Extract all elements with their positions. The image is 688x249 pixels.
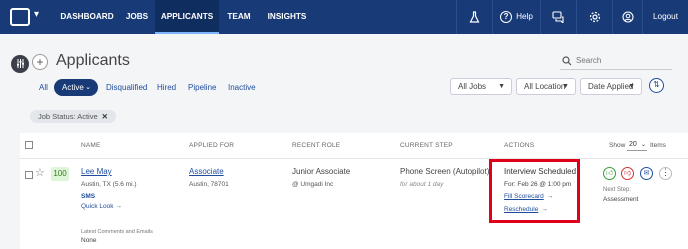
column-header-applied-for[interactable]: APPLIED FOR <box>189 142 234 149</box>
sliders-icon <box>16 59 24 68</box>
search-icon <box>562 56 572 66</box>
date-applied-dropdown[interactable]: Date Applied ▼ <box>580 78 642 95</box>
sms-link[interactable]: SMS <box>81 193 95 200</box>
thumbs-up-icon: 👍︎ <box>605 170 614 177</box>
gear-icon <box>589 11 600 22</box>
message-button[interactable]: ✉ <box>640 167 653 180</box>
page-title: Applicants <box>56 52 130 69</box>
star-icon[interactable]: ☆ <box>35 168 45 179</box>
column-header-recent-role[interactable]: RECENT ROLE <box>292 142 340 149</box>
highlight-box <box>489 159 580 223</box>
recent-role: Junior Associate <box>292 167 351 176</box>
profile-button[interactable] <box>612 0 642 34</box>
jobs-filter-dropdown[interactable]: All Jobs ▼ <box>450 78 512 95</box>
nav-jobs[interactable]: JOBS <box>120 0 154 34</box>
flask-icon <box>469 11 480 23</box>
thumbs-down-icon: 👎︎ <box>623 170 632 177</box>
filter-chip: Job Status: Active ✕ <box>30 110 116 123</box>
row-checkbox[interactable] <box>25 171 33 179</box>
comments-value: None <box>81 237 97 244</box>
applied-job-location: Austin, 78701 <box>189 181 229 188</box>
recent-company: @ Umgadi Inc <box>292 181 334 188</box>
tab-all[interactable]: All <box>39 83 48 92</box>
nav-applicants[interactable]: APPLICANTS <box>155 0 219 34</box>
chevron-down-icon: ⌄ <box>85 84 91 91</box>
add-applicant-button[interactable]: + <box>32 54 48 70</box>
applicant-location: Austin, TX (5.6 mi.) <box>81 181 137 188</box>
chat-icon: ✉ <box>643 170 650 177</box>
logout-button[interactable]: Logout <box>642 0 688 34</box>
search-box[interactable] <box>560 54 672 70</box>
tab-inactive[interactable]: Inactive <box>228 83 256 92</box>
logo-icon[interactable] <box>10 8 30 26</box>
tab-disqualified[interactable]: Disqualified <box>106 83 147 92</box>
chat-icon <box>552 11 564 25</box>
more-options-button[interactable]: ⋮ <box>659 167 672 180</box>
nav-team[interactable]: TEAM <box>222 0 256 34</box>
close-icon[interactable]: ✕ <box>102 112 108 121</box>
messages-button[interactable] <box>540 0 576 34</box>
items-label: Items <box>650 142 666 149</box>
current-step: Phone Screen (Autopilot) <box>400 167 490 176</box>
lab-icon-button[interactable] <box>456 0 492 34</box>
location-filter-dropdown[interactable]: All Location ▼ <box>516 78 576 95</box>
more-vertical-icon: ⋮ <box>661 167 670 177</box>
column-header-current-step[interactable]: CURRENT STEP <box>400 142 453 149</box>
tab-hired[interactable]: Hired <box>157 83 176 92</box>
header-divider <box>20 158 688 159</box>
show-label: Show <box>609 142 626 149</box>
step-duration: for about 1 day <box>400 181 444 188</box>
chevron-down-icon: ▼ <box>498 83 505 90</box>
applied-job-link[interactable]: Associate <box>189 167 224 176</box>
sort-icon[interactable]: ⇅ <box>649 78 664 93</box>
next-step-value: Assessment <box>603 196 639 203</box>
quick-look-link[interactable]: Quick Look → <box>81 203 122 210</box>
next-step-label: Next Step: <box>603 187 632 193</box>
settings-button[interactable] <box>576 0 612 34</box>
column-header-actions: ACTIONS <box>504 142 535 149</box>
thumbs-down-button[interactable]: 👎︎ <box>621 167 634 180</box>
chevron-down-icon: ▼ <box>562 83 569 90</box>
chevron-down-icon: ⌄ <box>640 142 646 148</box>
select-all-checkbox[interactable] <box>25 141 33 149</box>
thumbs-up-button[interactable]: 👍︎ <box>603 167 616 180</box>
help-button[interactable]: ? Help <box>492 0 540 34</box>
top-navigation: ▾ DASHBOARD JOBS APPLICANTS TEAM INSIGHT… <box>0 0 688 34</box>
filter-sidebar-toggle[interactable] <box>11 55 29 73</box>
tab-active[interactable]: Active ⌄ <box>54 79 98 96</box>
help-icon: ? <box>500 10 513 23</box>
tab-pipeline[interactable]: Pipeline <box>188 83 216 92</box>
score-badge: 100 <box>51 167 69 181</box>
page-size-select[interactable]: 20 ⌄ <box>627 139 647 151</box>
chevron-down-icon[interactable]: ▾ <box>34 9 39 20</box>
chevron-down-icon: ▼ <box>628 83 635 90</box>
nav-dashboard[interactable]: DASHBOARD <box>54 0 120 34</box>
applicant-name-link[interactable]: Lee May <box>81 167 112 176</box>
search-input[interactable] <box>576 56 666 65</box>
column-header-name[interactable]: NAME <box>81 142 101 149</box>
user-icon <box>621 11 634 23</box>
nav-insights[interactable]: INSIGHTS <box>263 0 311 34</box>
comments-label: Latest Comments and Emails <box>81 229 153 235</box>
